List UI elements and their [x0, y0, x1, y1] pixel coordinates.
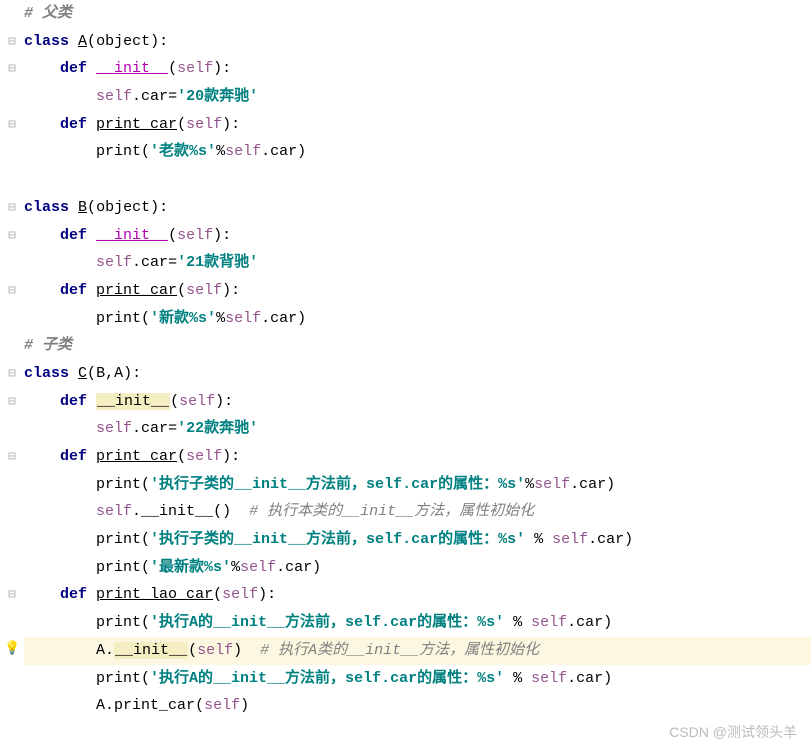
fold-marker[interactable] — [0, 388, 24, 416]
fold-marker[interactable] — [0, 305, 24, 333]
fold-marker[interactable] — [0, 609, 24, 637]
comment: # 子类 — [24, 337, 72, 354]
comment: # 执行A类的__init__方法，属性初始化 — [260, 642, 539, 659]
lightbulb-icon[interactable]: 💡 — [4, 637, 20, 661]
fold-marker[interactable] — [0, 222, 24, 250]
code-line[interactable]: def print_lao_car(self): — [24, 581, 811, 609]
fold-marker[interactable] — [0, 554, 24, 582]
code-line[interactable]: A.print_car(self) — [24, 692, 811, 720]
comment: # 执行本类的__init__方法，属性初始化 — [249, 503, 534, 520]
fold-marker[interactable] — [0, 55, 24, 83]
code-line[interactable]: self.__init__() # 执行本类的__init__方法，属性初始化 — [24, 498, 811, 526]
fold-marker[interactable] — [0, 526, 24, 554]
code-line[interactable]: def __init__(self): — [24, 388, 811, 416]
fold-marker[interactable] — [0, 194, 24, 222]
fold-marker[interactable] — [0, 277, 24, 305]
code-line[interactable]: class B(object): — [24, 194, 811, 222]
fold-marker[interactable] — [0, 166, 24, 194]
highlighted-init: __init__ — [114, 642, 188, 659]
code-line[interactable]: def print_car(self): — [24, 277, 811, 305]
code-line-current[interactable]: A.__init__(self) # 执行A类的__init__方法，属性初始化 — [24, 637, 811, 665]
code-line[interactable]: def print_car(self): — [24, 443, 811, 471]
fold-marker[interactable] — [0, 249, 24, 277]
fold-marker[interactable] — [0, 28, 24, 56]
fold-marker[interactable] — [0, 138, 24, 166]
watermark: CSDN @测试领头羊 — [669, 720, 797, 746]
code-line[interactable]: # 子类 — [24, 332, 811, 360]
fold-marker[interactable] — [0, 581, 24, 609]
code-line[interactable]: def __init__(self): — [24, 222, 811, 250]
code-line[interactable]: print('执行A的__init__方法前，self.car的属性：%s' %… — [24, 665, 811, 693]
code-line[interactable]: class C(B,A): — [24, 360, 811, 388]
highlighted-init: __init__ — [96, 393, 170, 410]
fold-marker[interactable] — [0, 692, 24, 720]
comment: # 父类 — [24, 5, 72, 22]
code-area[interactable]: # 父类 class A(object): def __init__(self)… — [24, 0, 811, 720]
fold-marker[interactable] — [0, 0, 24, 28]
code-line[interactable]: print('新款%s'%self.car) — [24, 305, 811, 333]
code-line[interactable]: def __init__(self): — [24, 55, 811, 83]
fold-marker[interactable] — [0, 443, 24, 471]
code-line[interactable]: self.car='21款背驰' — [24, 249, 811, 277]
code-line[interactable]: print('执行子类的__init__方法前，self.car的属性：%s'%… — [24, 471, 811, 499]
code-line[interactable]: class A(object): — [24, 28, 811, 56]
fold-marker[interactable] — [0, 83, 24, 111]
code-line[interactable]: print('执行A的__init__方法前，self.car的属性：%s' %… — [24, 609, 811, 637]
code-line[interactable] — [24, 166, 811, 194]
fold-marker[interactable] — [0, 665, 24, 693]
code-line[interactable]: self.car='22款奔驰' — [24, 415, 811, 443]
fold-marker[interactable] — [0, 111, 24, 139]
fold-marker[interactable] — [0, 471, 24, 499]
fold-marker[interactable] — [0, 498, 24, 526]
fold-marker[interactable] — [0, 332, 24, 360]
code-line[interactable]: # 父类 — [24, 0, 811, 28]
fold-marker[interactable] — [0, 360, 24, 388]
code-line[interactable]: print('执行子类的__init__方法前，self.car的属性：%s' … — [24, 526, 811, 554]
fold-marker[interactable] — [0, 415, 24, 443]
code-line[interactable]: self.car='20款奔驰' — [24, 83, 811, 111]
code-line[interactable]: def print_car(self): — [24, 111, 811, 139]
code-line[interactable]: print('最新款%s'%self.car) — [24, 554, 811, 582]
code-line[interactable]: print('老款%s'%self.car) — [24, 138, 811, 166]
